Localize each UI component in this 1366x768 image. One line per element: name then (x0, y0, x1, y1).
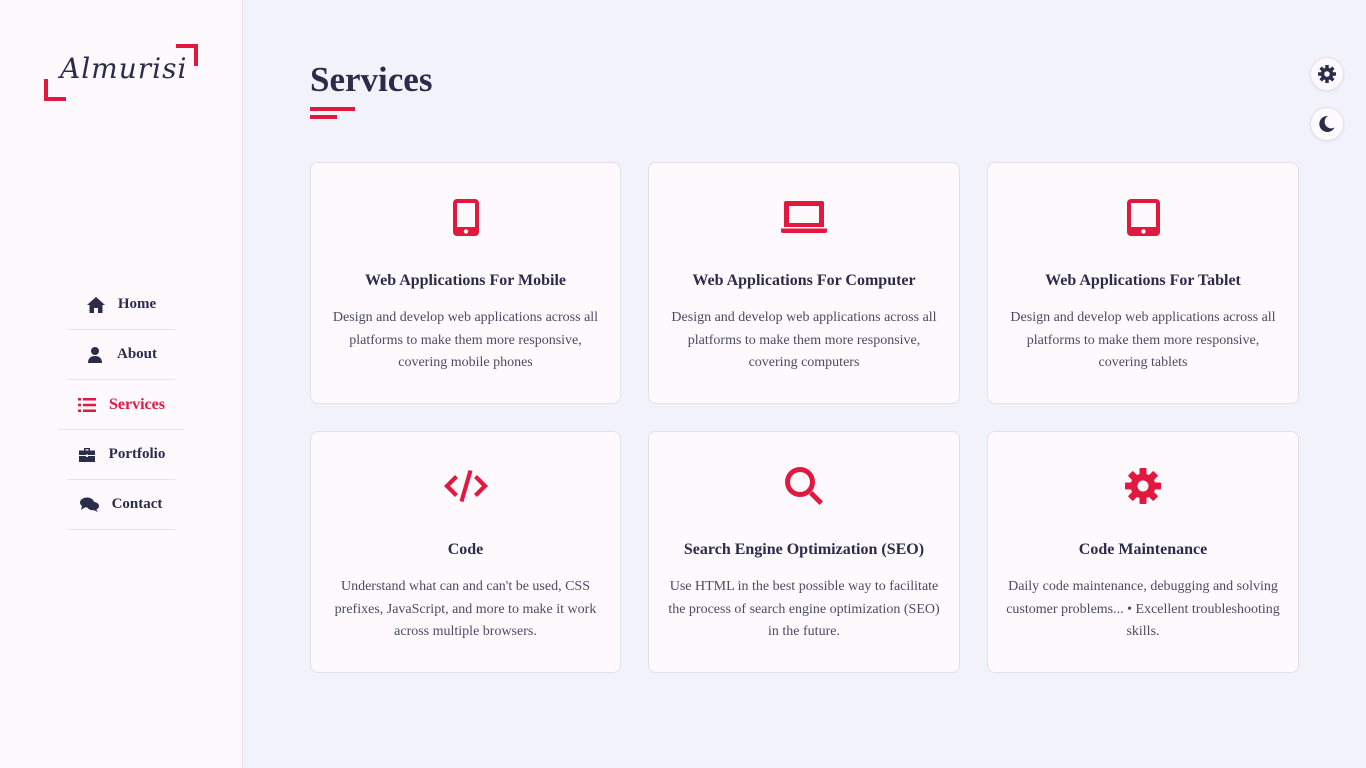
service-title: Web Applications For Tablet (1045, 272, 1241, 289)
nav-item-about[interactable]: About (67, 330, 175, 380)
nav-label-portfolio: Portfolio (108, 446, 166, 462)
service-description: Design and develop web applications acro… (1010, 310, 1276, 370)
service-card: Web Applications For Mobile Design and d… (310, 162, 621, 404)
laptop-icon (665, 197, 943, 237)
settings-button[interactable] (1310, 57, 1344, 91)
service-card: Code Maintenance Daily code maintenance,… (987, 431, 1299, 673)
service-card: Code Understand what can and can't be us… (310, 431, 621, 673)
service-title: Search Engine Optimization (SEO) (683, 541, 925, 558)
logo[interactable]: Almurisi (44, 44, 198, 101)
title-underline (310, 107, 355, 111)
gear-icon (1004, 466, 1282, 506)
service-description: Daily code maintenance, debugging and so… (1006, 579, 1280, 639)
service-title: Web Applications For Computer (692, 272, 916, 289)
service-title: Code (447, 541, 484, 558)
main-nav: Home About Services Portfolio Contact (58, 280, 184, 530)
logo-text: Almurisi (60, 52, 188, 85)
moon-icon (1319, 116, 1335, 132)
service-card: Web Applications For Tablet Design and d… (987, 162, 1299, 404)
gear-icon (1318, 65, 1336, 83)
user-icon (85, 346, 105, 364)
nav-label-home: Home (117, 296, 157, 312)
service-title: Web Applications For Mobile (364, 272, 567, 289)
list-icon (77, 396, 97, 414)
sidebar: Almurisi Home About Services Portfolio C… (0, 0, 243, 768)
tablet-icon (1004, 197, 1282, 237)
nav-label-about: About (116, 346, 157, 362)
home-icon (86, 296, 106, 314)
service-description: Design and develop web applications acro… (332, 310, 599, 370)
nav-label-services: Services (109, 395, 165, 413)
title-underline-short (310, 115, 337, 119)
nav-item-portfolio[interactable]: Portfolio (67, 430, 175, 480)
services-grid: Web Applications For Mobile Design and d… (310, 162, 1299, 673)
mobile-icon (327, 197, 604, 237)
service-title: Code Maintenance (1078, 541, 1208, 558)
theme-toggle-button[interactable] (1310, 107, 1344, 141)
service-description: Understand what can and can't be used, C… (334, 579, 597, 639)
service-description: Design and develop web applications acro… (671, 310, 937, 370)
search-icon (665, 466, 943, 506)
nav-item-home[interactable]: Home (67, 280, 175, 330)
nav-item-contact[interactable]: Contact (67, 480, 175, 530)
service-card: Search Engine Optimization (SEO) Use HTM… (648, 431, 960, 673)
page-title: Services (310, 60, 433, 99)
nav-label-contact: Contact (111, 496, 163, 512)
nav-item-services[interactable]: Services (58, 380, 184, 430)
comments-icon (80, 496, 100, 514)
service-card: Web Applications For Computer Design and… (648, 162, 960, 404)
service-description: Use HTML in the best possible way to fac… (668, 579, 940, 639)
briefcase-icon (77, 446, 97, 464)
code-icon (327, 466, 604, 506)
